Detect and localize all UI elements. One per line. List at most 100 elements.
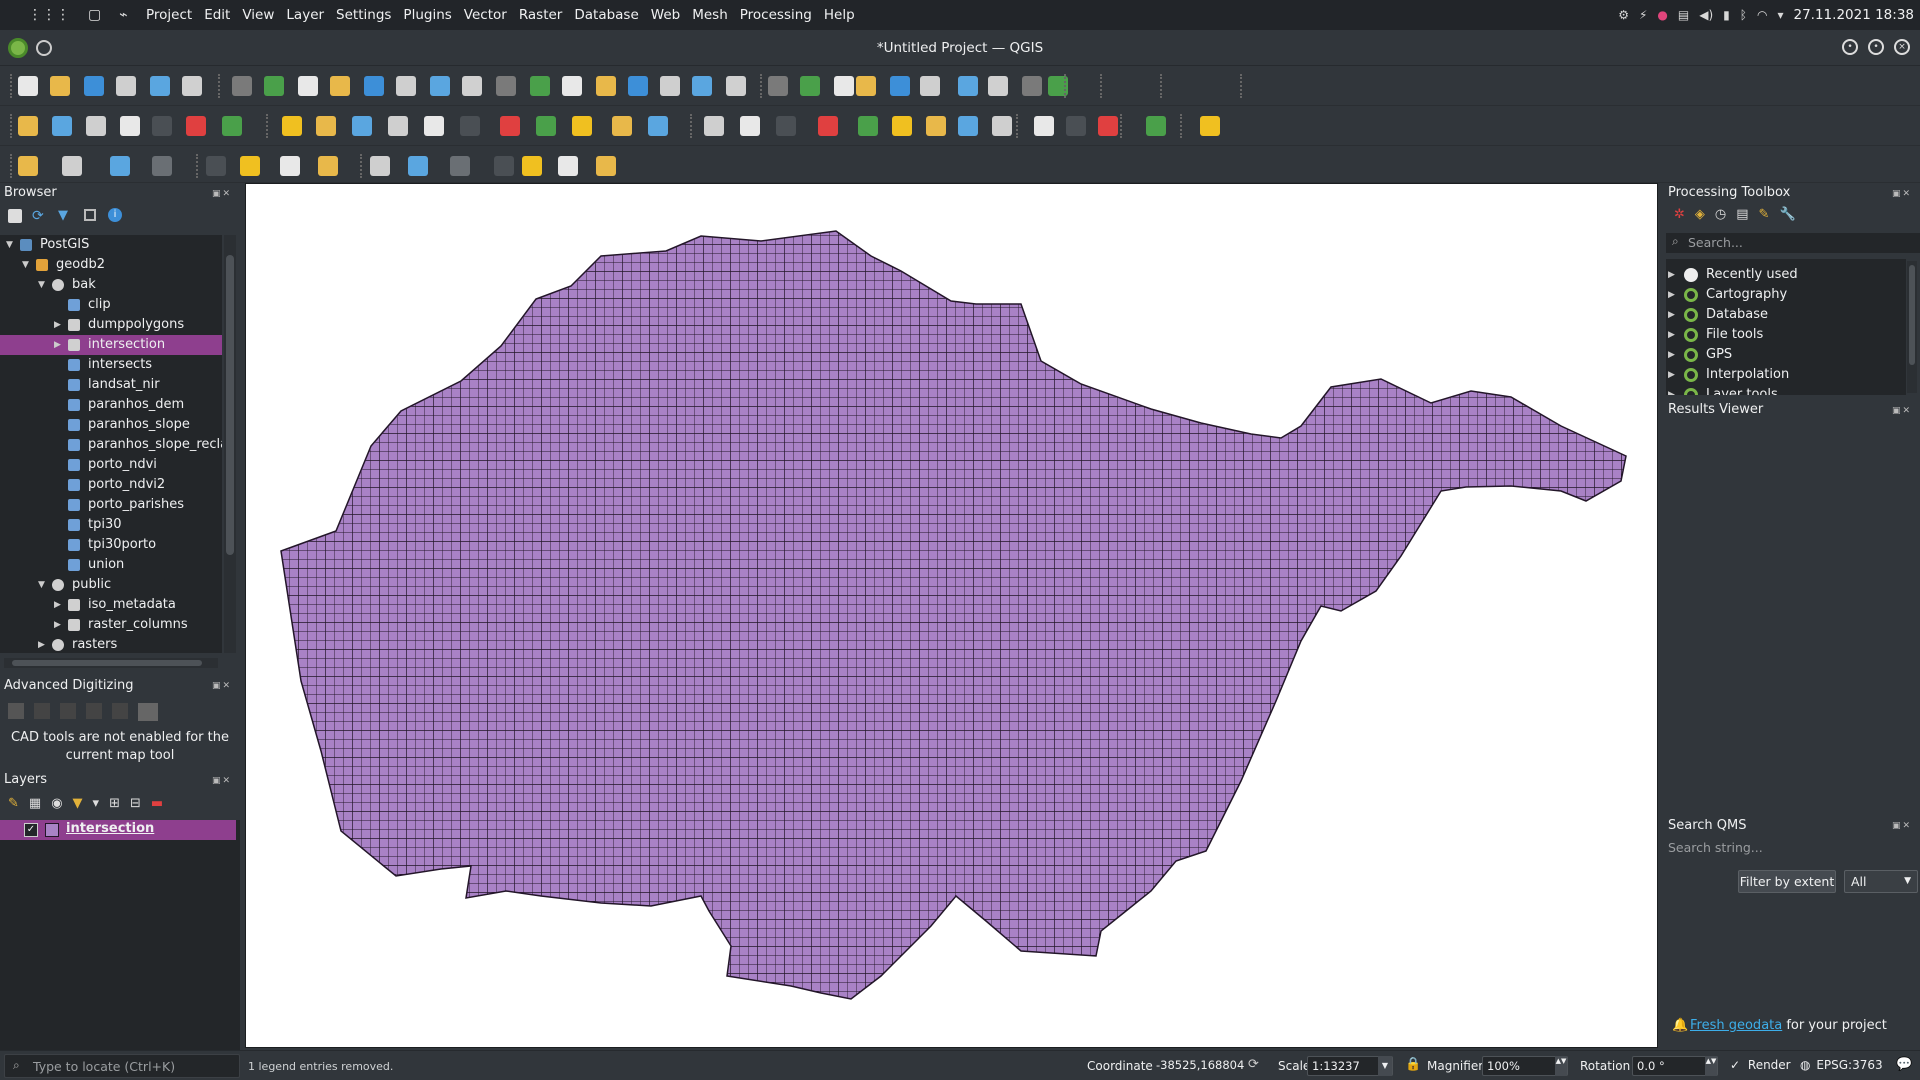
layer-visibility-checkbox[interactable]: ✓ — [24, 823, 38, 837]
browser-item-geodb2[interactable]: ▼ geodb2 — [0, 255, 222, 275]
visibility-icon[interactable]: ◉ — [51, 796, 62, 811]
toolbar-tool-icon[interactable] — [562, 76, 582, 96]
minimize-icon[interactable]: • — [1842, 39, 1858, 55]
toolbar-tool-icon[interactable] — [740, 116, 760, 136]
remove-layer-icon[interactable]: ▬ — [151, 796, 163, 811]
toolbar-tool-icon[interactable] — [186, 116, 206, 136]
toolbar-tool-icon[interactable] — [116, 76, 136, 96]
toolbar-tool-icon[interactable] — [834, 76, 854, 96]
chevron-right-icon[interactable]: ▶ — [1668, 305, 1675, 325]
chevron-down-icon[interactable]: ▼ — [38, 575, 45, 595]
browser-item-paranhos-slope[interactable]: paranhos_slope — [0, 415, 222, 435]
toolbar-tool-icon[interactable] — [628, 76, 648, 96]
refresh-icon[interactable]: ⟳ — [32, 208, 44, 224]
cad-enable-icon[interactable] — [8, 703, 24, 719]
chevron-right-icon[interactable]: ▶ — [54, 615, 61, 635]
toolbar-tool-icon[interactable] — [530, 76, 550, 96]
toolbar-tool-icon[interactable] — [890, 76, 910, 96]
parallel-icon[interactable] — [60, 703, 76, 719]
toolbar-tool-icon[interactable] — [558, 156, 578, 176]
processing-scrollbar[interactable] — [1907, 261, 1917, 393]
toolbar-tool-icon[interactable] — [572, 116, 592, 136]
browser-item-bak[interactable]: ▼ bak — [0, 275, 222, 295]
options-icon[interactable]: 🔧 — [1779, 207, 1795, 222]
toolbar-tool-icon[interactable] — [352, 116, 372, 136]
toolbar-tool-icon[interactable] — [1098, 116, 1118, 136]
chevron-right-icon[interactable]: ▶ — [38, 635, 45, 653]
toolbar-tool-icon[interactable] — [692, 76, 712, 96]
menu-web[interactable]: Web — [645, 0, 686, 30]
toolbar-tool-icon[interactable] — [282, 116, 302, 136]
browser-item-landsat-nir[interactable]: landsat_nir — [0, 375, 222, 395]
toolbar-tool-icon[interactable] — [206, 156, 226, 176]
toolbar-tool-icon[interactable] — [1200, 116, 1220, 136]
toolbar-tool-icon[interactable] — [494, 156, 514, 176]
magnifier-field[interactable]: 100% ▲▼ — [1482, 1056, 1568, 1076]
toolbar-tool-icon[interactable] — [958, 116, 978, 136]
browser-item-rasters[interactable]: ▶ rasters — [0, 635, 222, 653]
toolbar-tool-icon[interactable] — [660, 76, 680, 96]
toolbar-tool-icon[interactable] — [424, 116, 444, 136]
results-icon[interactable]: ▤ — [1736, 207, 1748, 222]
browser-scrollbar[interactable] — [224, 235, 236, 653]
chevron-right-icon[interactable]: ▶ — [54, 595, 61, 615]
toolbar-tool-icon[interactable] — [330, 76, 350, 96]
chevron-right-icon[interactable]: ▶ — [1668, 265, 1675, 285]
maximize-icon[interactable]: • — [1868, 39, 1884, 55]
chevron-right-icon[interactable]: ▶ — [54, 315, 61, 335]
browser-item-postgis[interactable]: ▼ PostGIS — [0, 235, 222, 255]
toolbar-tool-icon[interactable] — [222, 116, 242, 136]
toolbar-tool-icon[interactable] — [364, 76, 384, 96]
toolbar-tool-icon[interactable] — [370, 156, 390, 176]
network-icon[interactable]: ⚙ — [1618, 8, 1629, 22]
settings-icon[interactable] — [112, 703, 128, 719]
browser-item-paranhos-dem[interactable]: paranhos_dem — [0, 395, 222, 415]
chevron-right-icon[interactable]: ▶ — [54, 335, 61, 355]
browser-hscrollbar[interactable] — [4, 658, 218, 668]
toolbar-tool-icon[interactable] — [396, 76, 416, 96]
toolbar-tool-icon[interactable] — [1066, 116, 1086, 136]
chevron-right-icon[interactable]: ▶ — [1668, 325, 1675, 345]
toolbar-tool-icon[interactable] — [120, 116, 140, 136]
window-icon[interactable]: ▢ — [88, 7, 101, 23]
dock-controls-icon[interactable]: ▣✕ — [1892, 406, 1912, 416]
toolbar-tool-icon[interactable] — [596, 76, 616, 96]
toolbar-tool-icon[interactable] — [958, 76, 978, 96]
toolbar-tool-icon[interactable] — [264, 76, 284, 96]
toolbar-tool-icon[interactable] — [496, 76, 516, 96]
spin-arrows-icon[interactable]: ▲▼ — [1555, 1056, 1567, 1076]
toolbar-tool-icon[interactable] — [182, 76, 202, 96]
perpendicular-icon[interactable] — [86, 703, 102, 719]
menu-raster[interactable]: Raster — [513, 0, 569, 30]
bluetooth-icon[interactable]: ᛒ — [1740, 8, 1747, 22]
filter-legend-icon[interactable]: ▼ — [73, 796, 83, 811]
toolbar-tool-icon[interactable] — [926, 116, 946, 136]
toolbar-tool-icon[interactable] — [240, 156, 260, 176]
volume-icon[interactable]: ◀) — [1699, 8, 1713, 22]
toolbar-tool-icon[interactable] — [430, 76, 450, 96]
toolbar-tool-icon[interactable] — [152, 156, 172, 176]
browser-item-porto-ndvi2[interactable]: porto_ndvi2 — [0, 475, 222, 495]
models-icon[interactable]: ✲ — [1674, 207, 1685, 222]
browser-item-union[interactable]: union — [0, 555, 222, 575]
add-selected-icon[interactable] — [8, 209, 22, 223]
browser-item-porto-parishes[interactable]: porto_parishes — [0, 495, 222, 515]
toggle-extents-icon[interactable]: ⟳ — [1248, 1057, 1259, 1072]
toolbar-tool-icon[interactable] — [62, 156, 82, 176]
construction-icon[interactable] — [34, 703, 50, 719]
toolbar-tool-icon[interactable] — [18, 116, 38, 136]
python-scripts-icon[interactable]: ◈ — [1695, 207, 1705, 222]
toolbar-tool-icon[interactable] — [500, 116, 520, 136]
processing-search-input[interactable]: ⌕ Search... — [1666, 233, 1920, 253]
menu-edit[interactable]: Edit — [198, 0, 236, 30]
toolbar-tool-icon[interactable] — [50, 76, 70, 96]
fresh-geodata-link[interactable]: Fresh geodata — [1690, 1018, 1782, 1033]
toolbar-tool-icon[interactable] — [536, 116, 556, 136]
chevron-right-icon[interactable]: ▶ — [1668, 345, 1675, 365]
menu-vector[interactable]: Vector — [458, 0, 513, 30]
coordinate-field[interactable]: -38525,168804 — [1152, 1056, 1244, 1076]
menu-layer[interactable]: Layer — [280, 0, 330, 30]
kde-connect-icon[interactable]: ⚡ — [1639, 8, 1647, 22]
toolbar-tool-icon[interactable] — [316, 116, 336, 136]
chevron-down-icon[interactable]: ▼ — [22, 255, 29, 275]
